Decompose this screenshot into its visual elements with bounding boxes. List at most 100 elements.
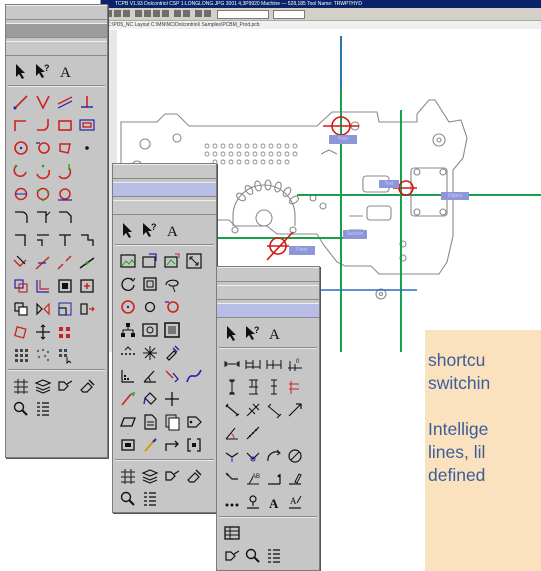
corner-icon[interactable] bbox=[10, 229, 32, 251]
redo-button[interactable] bbox=[183, 10, 190, 17]
arrow-icon[interactable] bbox=[117, 219, 139, 241]
chamfer-icon[interactable] bbox=[54, 206, 76, 228]
rotate-view-icon[interactable] bbox=[117, 273, 139, 295]
leader-arrow-icon[interactable] bbox=[263, 468, 284, 490]
text-tool-icon[interactable]: A bbox=[263, 322, 284, 344]
drawing-label[interactable]: Text bbox=[379, 180, 399, 188]
dim-chain-icon[interactable] bbox=[263, 353, 284, 375]
arc-line-icon[interactable] bbox=[32, 114, 54, 136]
pen-dropdown[interactable] bbox=[273, 10, 305, 19]
dim-origin-icon[interactable]: 0 bbox=[284, 353, 305, 375]
measure-corner-icon[interactable] bbox=[117, 365, 139, 387]
pipette-icon[interactable] bbox=[161, 342, 183, 364]
circle-tangent-icon[interactable] bbox=[32, 137, 54, 159]
layers-stack-icon[interactable] bbox=[161, 411, 183, 433]
arc-tangent-icon[interactable] bbox=[54, 160, 76, 182]
palette-tab-3[interactable] bbox=[113, 200, 216, 215]
dim-aligned-icon[interactable] bbox=[221, 399, 242, 421]
dim-angle-icon[interactable] bbox=[221, 422, 242, 444]
hatch-icon[interactable] bbox=[117, 465, 139, 487]
circle-3pt-icon[interactable] bbox=[32, 183, 54, 205]
properties-icon[interactable] bbox=[161, 465, 183, 487]
brush-icon[interactable] bbox=[139, 434, 161, 456]
point-icon[interactable] bbox=[76, 137, 98, 159]
angle-measure-icon[interactable] bbox=[139, 365, 161, 387]
palette-tab-1[interactable] bbox=[217, 267, 319, 282]
list-icon[interactable] bbox=[139, 488, 161, 510]
zoom-in-button[interactable] bbox=[195, 10, 202, 17]
move-icon[interactable] bbox=[32, 321, 54, 343]
rotate-icon[interactable] bbox=[10, 321, 32, 343]
trim-corner-icon[interactable] bbox=[54, 229, 76, 251]
dim-vertical-chain-icon[interactable] bbox=[263, 376, 284, 398]
dotted-line-icon[interactable] bbox=[117, 342, 139, 364]
paint-bucket-icon[interactable] bbox=[139, 388, 161, 410]
layers-icon[interactable] bbox=[32, 375, 54, 397]
arrow-icon[interactable] bbox=[10, 60, 32, 82]
query-arrow-icon[interactable]: ? bbox=[139, 219, 161, 241]
circle-icon[interactable] bbox=[117, 296, 139, 318]
copy-icon[interactable] bbox=[10, 298, 32, 320]
dim-baseline-icon[interactable] bbox=[242, 353, 263, 375]
stretch-icon[interactable] bbox=[76, 298, 98, 320]
dim-angle-chain-icon[interactable] bbox=[242, 422, 263, 444]
circle-icon[interactable] bbox=[10, 137, 32, 159]
corner-right-icon[interactable] bbox=[32, 229, 54, 251]
block-insert-icon[interactable] bbox=[76, 275, 98, 297]
starburst-icon[interactable] bbox=[139, 342, 161, 364]
image-resize-icon[interactable] bbox=[183, 250, 205, 272]
dim-vertical-origin-icon[interactable] bbox=[284, 376, 305, 398]
dim-vertical-icon[interactable] bbox=[221, 376, 242, 398]
parallelogram-icon[interactable] bbox=[117, 411, 139, 433]
paste-button[interactable] bbox=[162, 10, 169, 17]
query-arrow-icon[interactable]: ? bbox=[242, 322, 263, 344]
circle-small-icon[interactable] bbox=[139, 296, 161, 318]
datum-icon[interactable] bbox=[242, 491, 263, 513]
block-icon[interactable] bbox=[54, 275, 76, 297]
properties-icon[interactable] bbox=[221, 545, 242, 567]
pattern-select-icon[interactable] bbox=[54, 344, 76, 366]
grid-dots-icon[interactable] bbox=[32, 344, 54, 366]
text-tool-icon[interactable]: A bbox=[161, 219, 183, 241]
save-file-button[interactable] bbox=[123, 10, 130, 17]
dots-icon[interactable] bbox=[221, 491, 242, 513]
boundary-icon[interactable] bbox=[161, 319, 183, 341]
perpendicular-line-icon[interactable] bbox=[76, 91, 98, 113]
table-icon[interactable] bbox=[221, 522, 242, 544]
parallel-line-icon[interactable] bbox=[54, 91, 76, 113]
undo-button[interactable] bbox=[174, 10, 181, 17]
probe-icon[interactable] bbox=[161, 365, 183, 387]
polyline-icon[interactable] bbox=[10, 114, 32, 136]
pattern-icon[interactable] bbox=[10, 344, 32, 366]
corner-step-icon[interactable] bbox=[76, 229, 98, 251]
palette-tab-2[interactable] bbox=[217, 285, 319, 300]
layer-dropdown[interactable] bbox=[217, 10, 269, 19]
print-button[interactable] bbox=[135, 10, 142, 17]
image-import-icon[interactable] bbox=[161, 250, 183, 272]
hatch-icon[interactable] bbox=[10, 375, 32, 397]
cut-button[interactable] bbox=[144, 10, 151, 17]
zoom-icon[interactable] bbox=[10, 398, 32, 420]
zoom-icon[interactable] bbox=[117, 488, 139, 510]
list-icon[interactable] bbox=[263, 545, 284, 567]
extend-icon[interactable] bbox=[32, 252, 54, 274]
rectangle-icon[interactable] bbox=[54, 114, 76, 136]
drawing-label[interactable]: Hole bbox=[329, 135, 357, 144]
line-icon[interactable] bbox=[10, 91, 32, 113]
leader-icon[interactable] bbox=[221, 468, 242, 490]
zoom-out-button[interactable] bbox=[204, 10, 211, 17]
mirror-icon[interactable] bbox=[32, 298, 54, 320]
drawing-label[interactable]: Section bbox=[343, 230, 367, 239]
offset-corner-icon[interactable] bbox=[32, 275, 54, 297]
fillet-offset-icon[interactable] bbox=[32, 206, 54, 228]
ellipse-icon[interactable] bbox=[54, 137, 76, 159]
arrow-icon[interactable] bbox=[221, 322, 242, 344]
eraser-icon[interactable] bbox=[183, 465, 205, 487]
tag-icon[interactable] bbox=[183, 411, 205, 433]
drawing-label[interactable]: Point bbox=[289, 246, 315, 255]
palette-tab-2[interactable] bbox=[113, 182, 216, 197]
table-tool-icon[interactable] bbox=[139, 319, 161, 341]
palette-tab-3[interactable] bbox=[6, 41, 107, 56]
image-open-icon[interactable] bbox=[139, 250, 161, 272]
rectangle-offset-icon[interactable] bbox=[76, 114, 98, 136]
